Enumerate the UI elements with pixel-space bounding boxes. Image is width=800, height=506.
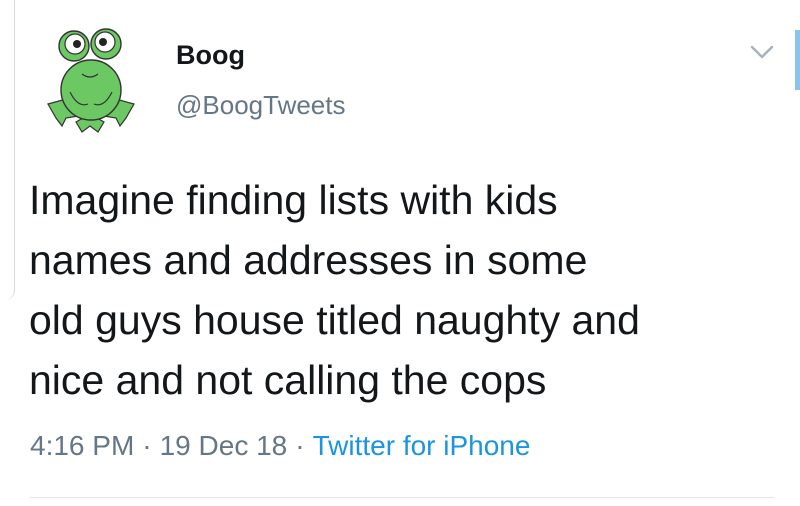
tweet-meta: 4:16 PM · 19 Dec 18 · Twitter for iPhone bbox=[30, 432, 530, 460]
tweet-time[interactable]: 4:16 PM bbox=[30, 430, 134, 461]
divider bbox=[30, 497, 774, 498]
user-name[interactable]: Boog bbox=[176, 42, 245, 69]
left-panel-edge bbox=[0, 0, 15, 300]
tweet-container: Boog @BoogTweets Imagine finding lists w… bbox=[0, 0, 800, 506]
user-handle[interactable]: @BoogTweets bbox=[176, 92, 345, 118]
tweet-date[interactable]: 19 Dec 18 bbox=[160, 430, 288, 461]
scrollbar[interactable] bbox=[795, 30, 800, 90]
tweet-text: Imagine finding lists with kids names an… bbox=[29, 177, 640, 403]
frog-avatar-icon[interactable] bbox=[40, 22, 142, 136]
meta-separator: · bbox=[295, 430, 305, 461]
tweet-source-link[interactable]: Twitter for iPhone bbox=[313, 430, 531, 461]
chevron-down-icon[interactable] bbox=[750, 44, 774, 60]
meta-separator: · bbox=[142, 430, 152, 461]
